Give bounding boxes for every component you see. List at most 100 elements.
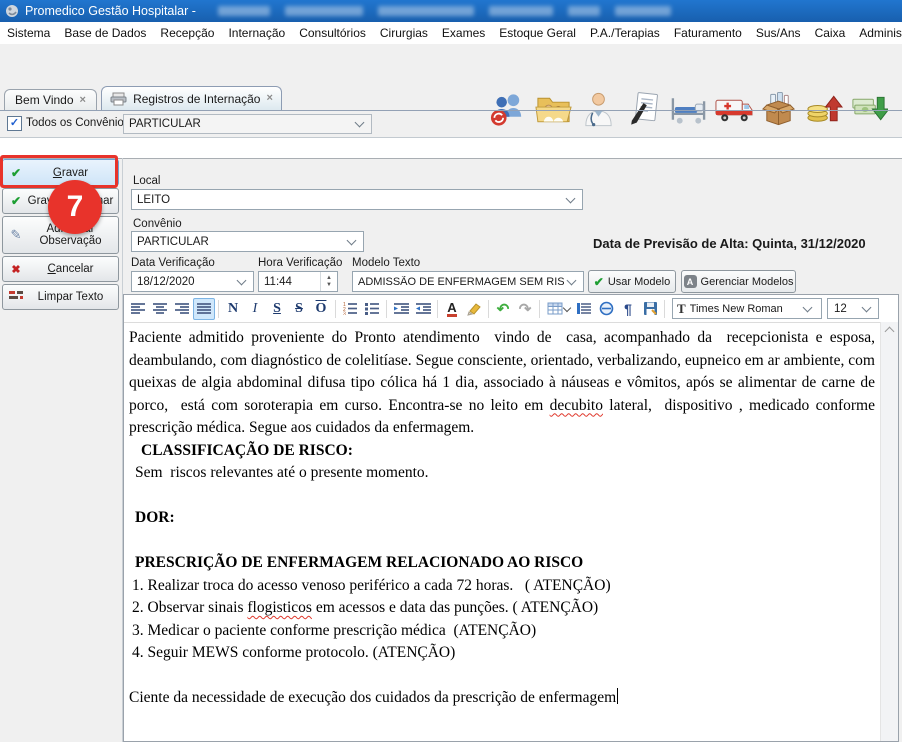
convenio-value: PARTICULAR bbox=[137, 236, 344, 248]
insert-table-button[interactable] bbox=[543, 298, 573, 320]
editor-text-area[interactable]: Paciente admitido proveniente do Pronto … bbox=[124, 322, 881, 741]
menu-faturamento[interactable]: Faturamento bbox=[667, 22, 749, 44]
menu-administracao[interactable]: Administração bbox=[852, 22, 902, 44]
tab-registros-de-internacao[interactable]: Registros de Internação × bbox=[101, 86, 282, 110]
bullet-list-button[interactable] bbox=[361, 298, 383, 320]
align-right-button[interactable] bbox=[171, 298, 193, 320]
menu-pa-terapias[interactable]: P.A./Terapias bbox=[583, 22, 667, 44]
hora-verificacao-stepper[interactable]: 11:44 ▲▼ bbox=[258, 271, 338, 292]
menu-internacao[interactable]: Internação bbox=[221, 22, 292, 44]
gear-icon: A bbox=[684, 275, 697, 288]
italic-button[interactable]: I bbox=[244, 298, 266, 320]
local-select[interactable]: LEITO bbox=[131, 189, 583, 210]
toolbar-separator bbox=[437, 300, 438, 318]
decrease-indent-button[interactable] bbox=[412, 298, 434, 320]
limpar-texto-button[interactable]: Limpar Texto bbox=[2, 284, 119, 310]
patient-info-bar: TESTE DE SISTEMA - MASCULINO - 48 Anos, … bbox=[0, 138, 902, 159]
font-icon: T bbox=[677, 301, 686, 317]
strikethrough-button[interactable]: S bbox=[288, 298, 310, 320]
menu-base-de-dados[interactable]: Base de Dados bbox=[57, 22, 153, 44]
align-justify-button[interactable] bbox=[193, 298, 215, 320]
chevron-down-icon bbox=[566, 193, 576, 203]
spinner-arrows-icon[interactable]: ▲▼ bbox=[320, 272, 337, 291]
local-label: Local bbox=[133, 175, 161, 187]
close-icon[interactable]: × bbox=[266, 93, 272, 104]
usar-modelo-button[interactable]: ✔ Usar Modelo bbox=[588, 270, 676, 293]
font-family-select[interactable]: T Times New Roman bbox=[672, 298, 822, 319]
menu-sistema[interactable]: Sistema bbox=[0, 22, 57, 44]
gerenciar-modelos-label: Gerenciar Modelos bbox=[701, 276, 794, 288]
window-title: Promedico Gestão Hospitalar - bbox=[25, 0, 196, 22]
menu-estoque-geral[interactable]: Estoque Geral bbox=[492, 22, 583, 44]
risk-heading: CLASSIFICAÇÃO DE RISCO: bbox=[129, 440, 875, 463]
x-icon: ✖ bbox=[6, 263, 26, 276]
align-center-button[interactable] bbox=[149, 298, 171, 320]
usar-modelo-label: Usar Modelo bbox=[608, 276, 670, 288]
data-verificacao-label: Data Verificação bbox=[131, 257, 215, 269]
underline-button[interactable]: S bbox=[266, 298, 288, 320]
gerenciar-modelos-button[interactable]: A Gerenciar Modelos bbox=[681, 270, 796, 293]
close-icon[interactable]: × bbox=[80, 95, 86, 106]
prescription-item: 4. Seguir MEWS conforme protocolo. (ATEN… bbox=[129, 642, 875, 665]
pain-heading: DOR: bbox=[129, 507, 875, 530]
chevron-down-icon bbox=[567, 275, 577, 285]
tab-label: Registros de Internação bbox=[133, 92, 260, 106]
modelo-texto-label: Modelo Texto bbox=[352, 257, 420, 269]
prescription-item: 2. Observar sinais flogisticos em acesso… bbox=[129, 597, 875, 620]
chevron-down-icon bbox=[237, 275, 247, 285]
convenio-filter-select[interactable]: PARTICULAR bbox=[123, 114, 372, 134]
todos-convenios-checkbox[interactable]: ✓ bbox=[7, 116, 22, 131]
shortcut-toolbar bbox=[0, 44, 902, 86]
save-document-button[interactable] bbox=[639, 298, 661, 320]
clear-text-icon bbox=[6, 290, 26, 304]
pilcrow-button[interactable]: ¶ bbox=[617, 298, 639, 320]
bold-button[interactable]: N bbox=[222, 298, 244, 320]
title-bar: Promedico Gestão Hospitalar - bbox=[0, 0, 902, 22]
menu-consultorios[interactable]: Consultórios bbox=[292, 22, 373, 44]
overline-button[interactable]: O bbox=[310, 298, 332, 320]
numbered-list-button[interactable]: 123 bbox=[339, 298, 361, 320]
menu-recepcao[interactable]: Recepção bbox=[153, 22, 221, 44]
data-verificacao-picker[interactable]: 18/12/2020 bbox=[131, 271, 254, 292]
menu-exames[interactable]: Exames bbox=[435, 22, 492, 44]
cancelar-button[interactable]: ✖ Cancelar bbox=[2, 256, 119, 282]
menu-cirurgias[interactable]: Cirurgias bbox=[373, 22, 435, 44]
convenio-select[interactable]: PARTICULAR bbox=[131, 231, 364, 252]
editor-scrollbar[interactable] bbox=[880, 322, 898, 741]
redacted-text bbox=[218, 6, 671, 16]
menu-caixa[interactable]: Caixa bbox=[808, 22, 853, 44]
hora-verificacao-label: Hora Verificação bbox=[258, 257, 342, 269]
previsao-alta-text: Data de Previsão de Alta: Quinta, 31/12/… bbox=[593, 236, 866, 251]
tab-bem-vindo[interactable]: Bem Vindo × bbox=[4, 89, 97, 110]
font-color-button[interactable]: A bbox=[441, 298, 463, 320]
limpar-texto-label: Limpar Texto bbox=[26, 291, 115, 303]
convenio-label: Convênio bbox=[133, 218, 182, 230]
modelo-texto-select[interactable]: ADMISSÃO DE ENFERMAGEM SEM RISCOS bbox=[352, 271, 584, 292]
misspelled-word: flogisticos bbox=[247, 599, 312, 616]
scroll-up-button[interactable] bbox=[881, 322, 898, 338]
undo-button[interactable]: ↶ bbox=[492, 298, 514, 320]
gravar-label: Gravar bbox=[26, 167, 115, 179]
modelo-texto-value: ADMISSÃO DE ENFERMAGEM SEM RISCOS bbox=[358, 276, 564, 288]
gravar-button[interactable]: ✔ Gravar bbox=[2, 159, 119, 186]
toolbar-separator bbox=[386, 300, 387, 318]
toolbar-separator bbox=[488, 300, 489, 318]
check-icon: ✔ bbox=[6, 194, 26, 208]
toolbar-separator bbox=[218, 300, 219, 318]
risk-text: Sem riscos relevantes até o presente mom… bbox=[129, 462, 875, 485]
adicionar-observacao-button[interactable]: ✎ Adicionar Observação bbox=[2, 216, 119, 254]
chevron-down-icon bbox=[355, 118, 365, 128]
menu-sus-ans[interactable]: Sus/Ans bbox=[749, 22, 808, 44]
highlight-button[interactable] bbox=[463, 298, 485, 320]
font-family-value: Times New Roman bbox=[690, 303, 796, 315]
text-cursor bbox=[617, 688, 618, 704]
svg-text:3: 3 bbox=[343, 312, 346, 316]
gravar-e-assinar-button[interactable]: ✔ Gravar e Assinar bbox=[2, 188, 119, 214]
paragraph-spacing-button[interactable] bbox=[573, 298, 595, 320]
font-size-select[interactable]: 12 bbox=[827, 298, 879, 319]
increase-indent-button[interactable] bbox=[390, 298, 412, 320]
app-icon bbox=[5, 4, 19, 18]
align-left-button[interactable] bbox=[127, 298, 149, 320]
redo-button[interactable]: ↷ bbox=[514, 298, 536, 320]
page-break-button[interactable] bbox=[595, 298, 617, 320]
